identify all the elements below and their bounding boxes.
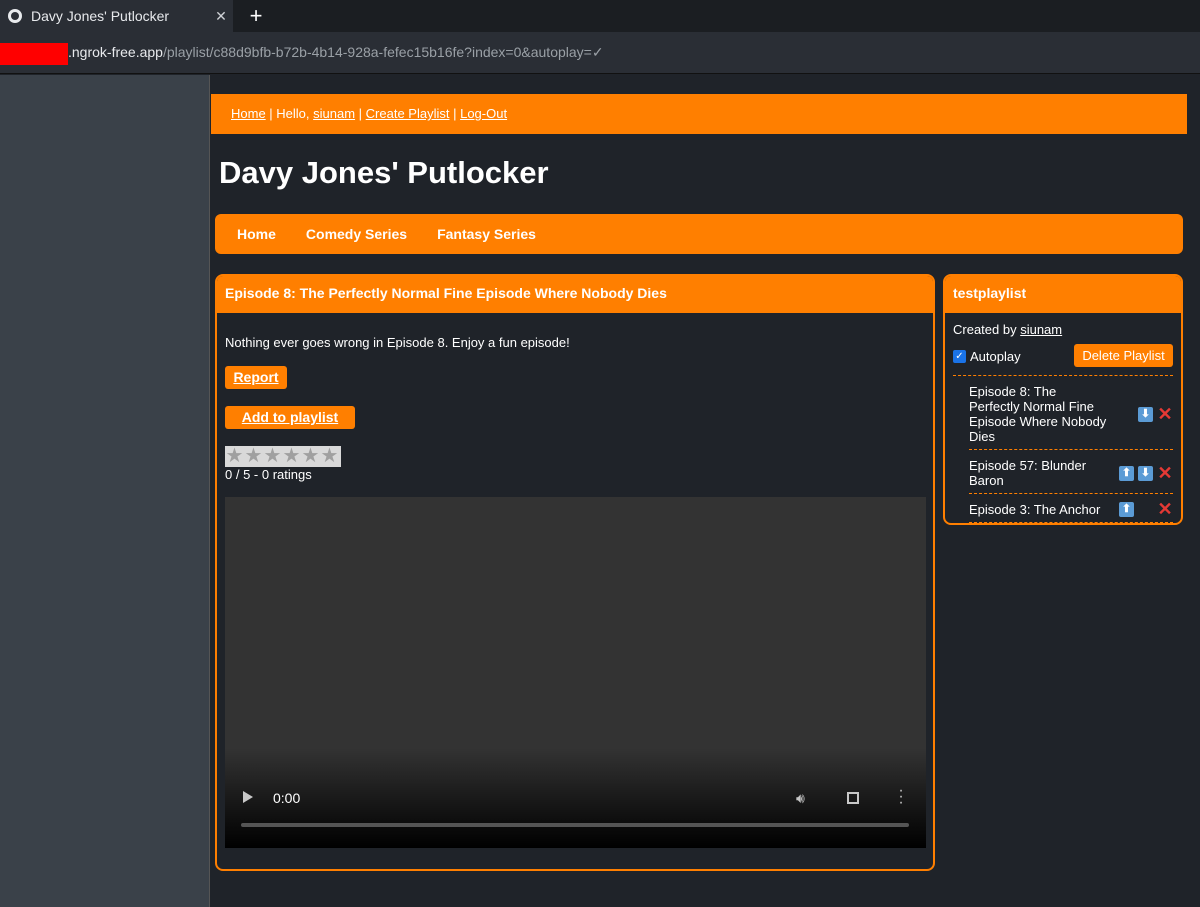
star-rating[interactable]: ★ ★ ★ ★ ★ ★	[225, 446, 341, 467]
remove-icon[interactable]: ✕	[1157, 500, 1173, 518]
episode-title: Episode 8: The Perfectly Normal Fine Epi…	[217, 276, 933, 313]
nav-home[interactable]: Home	[222, 226, 291, 242]
created-by-prefix: Created by	[953, 322, 1021, 337]
playlist-name: testplaylist	[945, 276, 1181, 313]
remove-icon[interactable]: ✕	[1157, 464, 1173, 482]
created-by: Created by siunam	[953, 322, 1062, 337]
delete-playlist-button[interactable]: Delete Playlist	[1074, 344, 1173, 367]
playlist-item: Episode 57: Blunder Baron ⬆ ⬇ ✕	[969, 450, 1173, 494]
playlist-item: Episode 3: The Anchor ⬆ ✕	[969, 494, 1173, 523]
volume-icon[interactable]: 🔊︎	[796, 790, 805, 807]
creator-link[interactable]: siunam	[1020, 322, 1062, 337]
playlist-item-title[interactable]: Episode 3: The Anchor	[969, 502, 1109, 517]
greeting-text: | Hello,	[265, 106, 314, 121]
star-icon[interactable]: ★	[263, 446, 282, 467]
remove-icon[interactable]: ✕	[1157, 405, 1173, 423]
playlist-item-title[interactable]: Episode 8: The Perfectly Normal Fine Epi…	[969, 384, 1109, 444]
move-down-icon[interactable]: ⬇	[1138, 406, 1153, 422]
separator: |	[449, 106, 461, 121]
add-to-playlist-button[interactable]: Add to playlist	[225, 406, 355, 429]
star-icon[interactable]: ★	[320, 446, 339, 467]
tab-title: Davy Jones' Putlocker	[31, 8, 170, 24]
fullscreen-icon[interactable]	[847, 792, 859, 804]
move-down-icon[interactable]: ⬇	[1138, 465, 1153, 481]
left-gutter	[0, 75, 210, 907]
video-progress-bar[interactable]	[241, 823, 909, 827]
create-playlist-link[interactable]: Create Playlist	[366, 106, 450, 121]
globe-icon	[8, 9, 22, 23]
autoplay-toggle[interactable]: ✓ Autoplay	[953, 349, 1021, 364]
autoplay-label: Autoplay	[970, 349, 1021, 364]
browser-tab[interactable]: Davy Jones' Putlocker ✕	[0, 0, 233, 32]
episode-panel: Episode 8: The Perfectly Normal Fine Epi…	[215, 274, 935, 871]
browser-tabbar: Davy Jones' Putlocker ✕ +	[0, 0, 1200, 32]
address-bar[interactable]: .ngrok-free.app/playlist/c88d9bfb-b72b-4…	[0, 32, 1200, 74]
url-text[interactable]: .ngrok-free.app/playlist/c88d9bfb-b72b-4…	[68, 44, 604, 61]
playlist-items: Episode 8: The Perfectly Normal Fine Epi…	[953, 375, 1173, 523]
site-title: Davy Jones' Putlocker	[219, 155, 549, 190]
star-icon[interactable]: ★	[225, 446, 244, 467]
top-user-bar: Home | Hello, siunam | Create Playlist |…	[211, 94, 1187, 134]
redacted-host	[0, 43, 68, 65]
main-nav: Home Comedy Series Fantasy Series	[215, 214, 1183, 254]
username-link[interactable]: siunam	[313, 106, 355, 121]
playlist-item-title[interactable]: Episode 57: Blunder Baron	[969, 458, 1109, 488]
video-time: 0:00	[273, 790, 301, 806]
nav-comedy-series[interactable]: Comedy Series	[291, 226, 422, 242]
video-player[interactable]: 0:00 🔊︎ · · ·	[225, 497, 926, 848]
rating-summary: 0 / 5 - 0 ratings	[225, 467, 312, 482]
page: Home | Hello, siunam | Create Playlist |…	[211, 75, 1200, 907]
tab-close-icon[interactable]: ✕	[209, 8, 233, 25]
episode-description: Nothing ever goes wrong in Episode 8. En…	[225, 335, 570, 350]
star-icon[interactable]: ★	[244, 446, 263, 467]
playlist-item: Episode 8: The Perfectly Normal Fine Epi…	[969, 376, 1173, 450]
play-icon[interactable]	[243, 791, 253, 803]
report-button[interactable]: Report	[225, 366, 287, 389]
video-controls-gradient	[225, 748, 926, 848]
nav-fantasy-series[interactable]: Fantasy Series	[422, 226, 551, 242]
move-up-icon[interactable]: ⬆	[1119, 502, 1134, 517]
logout-link[interactable]: Log-Out	[460, 106, 507, 121]
url-path: /playlist/c88d9bfb-b72b-4b14-928a-fefec1…	[162, 44, 604, 60]
playlist-panel: testplaylist Created by siunam ✓ Autopla…	[943, 274, 1183, 525]
autoplay-checkbox[interactable]: ✓	[953, 350, 966, 363]
star-icon[interactable]: ★	[301, 446, 320, 467]
url-host: .ngrok-free.app	[68, 44, 163, 60]
more-options-icon[interactable]: · · ·	[897, 783, 905, 811]
new-tab-button[interactable]: +	[244, 3, 268, 29]
separator: |	[355, 106, 366, 121]
star-icon[interactable]: ★	[282, 446, 301, 467]
move-up-icon[interactable]: ⬆	[1119, 465, 1134, 481]
home-link[interactable]: Home	[231, 106, 266, 121]
